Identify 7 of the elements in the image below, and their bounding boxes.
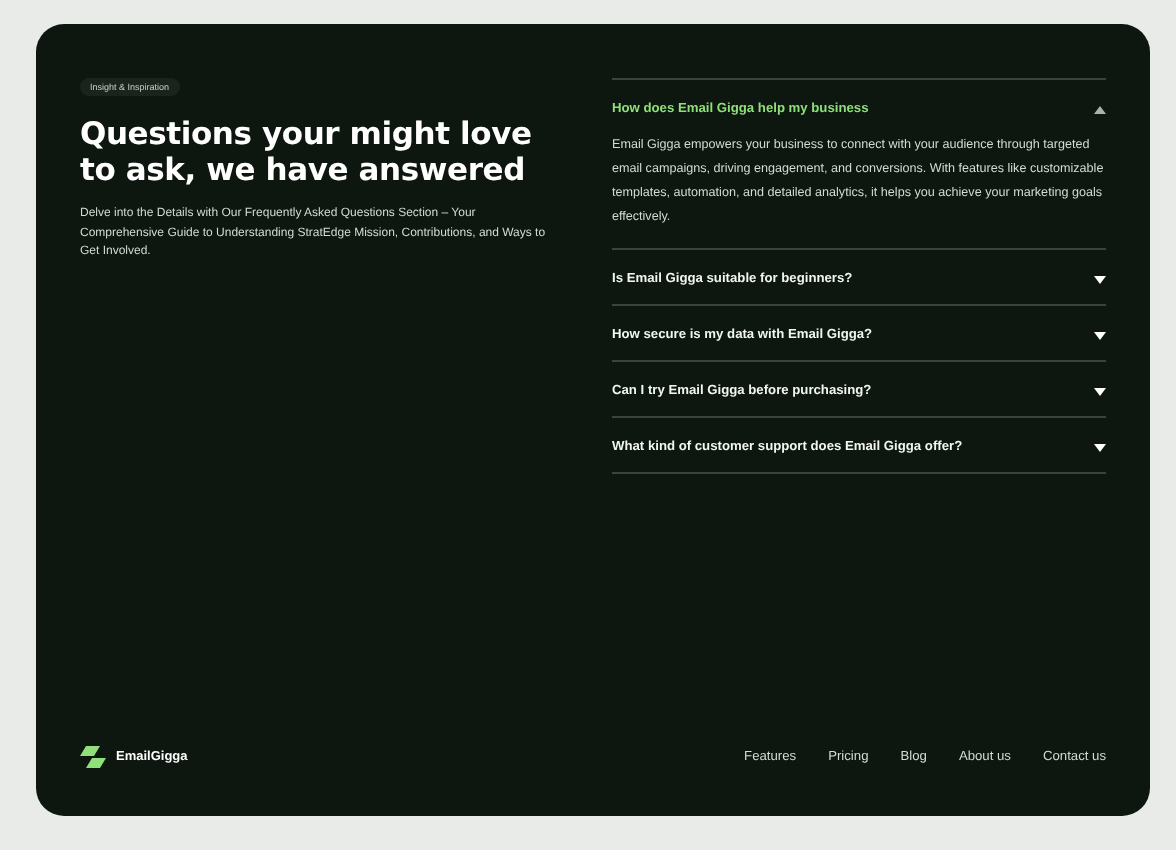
caret-down-icon — [1094, 387, 1106, 395]
caret-down-icon — [1094, 331, 1106, 339]
page-heading: Questions your might love to ask, we have answered — [80, 116, 534, 188]
caret-down-icon — [1094, 275, 1106, 283]
caret-up-icon — [1094, 105, 1106, 113]
caret-down-icon — [1094, 443, 1106, 451]
logo-icon — [80, 746, 106, 768]
